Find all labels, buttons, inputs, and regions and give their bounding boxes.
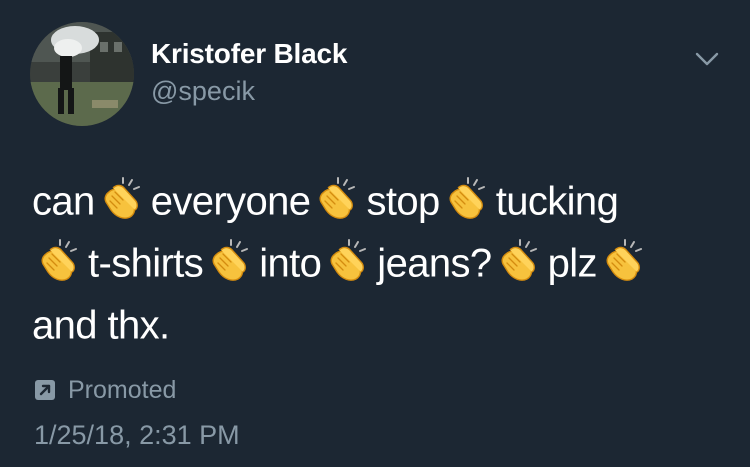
tweet-word: jeans? bbox=[377, 241, 492, 286]
promoted-arrow-icon bbox=[34, 379, 56, 401]
tweet-word: can bbox=[32, 179, 95, 224]
tweet-word: stop bbox=[366, 179, 440, 224]
chevron-down-icon[interactable] bbox=[692, 44, 722, 74]
clapping-hands-icon bbox=[603, 238, 647, 282]
tweet-word: into bbox=[259, 241, 322, 286]
timestamp[interactable]: 1/25/18, 2:31 PM bbox=[34, 420, 240, 451]
avatar[interactable] bbox=[30, 22, 134, 126]
tweet-text: can everyone stop tucking t-shirts into jeans?… bbox=[32, 168, 722, 354]
tweet-word: tucking bbox=[495, 179, 619, 224]
tweet-line: and thx. bbox=[32, 292, 722, 354]
tweet-word: and thx. bbox=[32, 303, 170, 348]
promoted-label: Promoted bbox=[68, 375, 177, 404]
tweet-word: t-shirts bbox=[88, 241, 204, 286]
clapping-hands-icon bbox=[327, 238, 371, 282]
clapping-hands-icon bbox=[101, 176, 145, 220]
tweet-word: everyone bbox=[150, 179, 311, 224]
tweet-card: Kristofer Black @specik can everyone stop t… bbox=[0, 0, 750, 467]
clapping-hands-icon bbox=[446, 176, 490, 220]
clapping-hands-icon bbox=[38, 238, 82, 282]
user-handle[interactable]: @specik bbox=[151, 76, 255, 107]
clapping-hands-icon bbox=[498, 238, 542, 282]
clapping-hands-icon bbox=[316, 176, 360, 220]
promoted-badge[interactable]: Promoted bbox=[34, 375, 176, 405]
display-name[interactable]: Kristofer Black bbox=[151, 38, 347, 70]
tweet-word: plz bbox=[547, 241, 598, 286]
tweet-line: can everyone stop tucking bbox=[32, 168, 722, 230]
tweet-line: t-shirts into jeans? plz bbox=[32, 230, 722, 292]
clapping-hands-icon bbox=[209, 238, 253, 282]
